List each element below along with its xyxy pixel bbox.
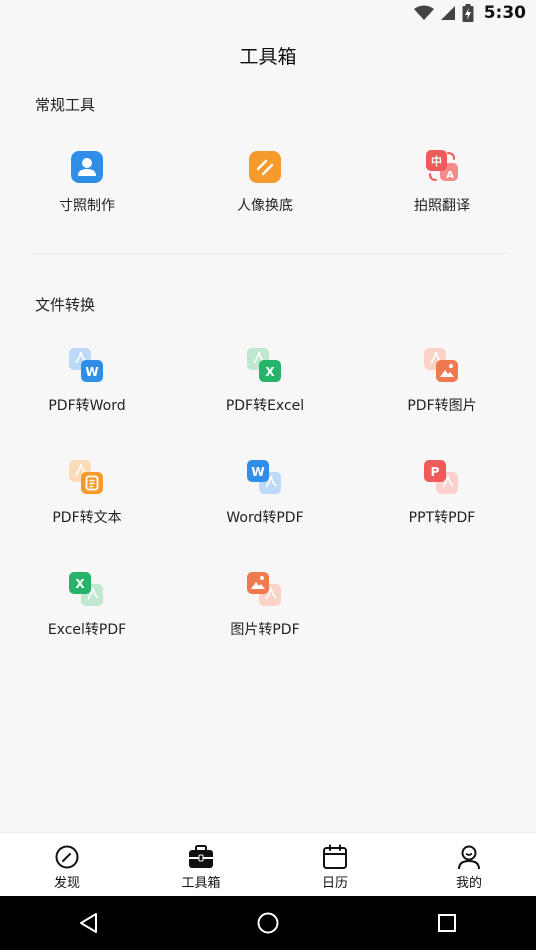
excel-badge-letter: X (75, 577, 85, 591)
tool-label: Word转PDF (226, 510, 304, 526)
cellular-signal-icon (440, 5, 456, 21)
tool-pdf-to-word[interactable]: W PDF转Word (0, 347, 176, 437)
pdf-to-image-icon (422, 347, 462, 387)
tool-label: Excel转PDF (47, 622, 127, 638)
user-icon (458, 845, 480, 870)
tool-pdf-to-image[interactable]: PDF转图片 (353, 347, 531, 437)
section-title-convert: 文件转换 (35, 296, 96, 314)
word-badge-letter: W (85, 365, 98, 379)
tool-photo-translate[interactable]: 中 A 拍照翻译 (353, 147, 531, 237)
nav-label: 工具箱 (181, 876, 221, 891)
nav-item-discover[interactable]: 发现 (0, 833, 134, 896)
tool-label: PDF转Word (48, 398, 126, 414)
tool-label: PDF转图片 (407, 398, 477, 414)
home-circle-icon (257, 912, 279, 934)
translate-icon: 中 A (422, 147, 462, 187)
compass-icon (55, 845, 79, 869)
nav-item-toolbox[interactable]: 工具箱 (134, 833, 268, 896)
tool-ppt-to-pdf[interactable]: P PPT转PDF (353, 459, 531, 549)
tool-portrait-background[interactable]: 人像换底 (176, 147, 354, 237)
background-swap-icon (245, 147, 285, 187)
tool-label: PDF转Excel (225, 398, 305, 414)
back-button[interactable] (59, 896, 119, 950)
tool-label: PDF转文本 (52, 510, 122, 526)
toolbox-icon (189, 845, 213, 868)
excel-to-pdf-icon: X (67, 571, 107, 611)
id-photo-icon (67, 147, 107, 187)
pdf-to-text-icon (67, 459, 107, 499)
tool-label: 图片转PDF (230, 622, 300, 638)
tool-label: 人像换底 (237, 198, 293, 214)
excel-badge-letter: X (265, 365, 275, 379)
nav-item-calendar[interactable]: 日历 (268, 833, 402, 896)
page-title: 工具箱 (239, 46, 297, 68)
word-to-pdf-icon: W (245, 459, 285, 499)
tool-id-photo[interactable]: 寸照制作 (0, 147, 176, 237)
recents-square-icon (437, 914, 456, 932)
home-button[interactable] (238, 896, 298, 950)
translate-en-glyph: A (446, 170, 454, 181)
back-triangle-icon (80, 913, 98, 933)
calendar-icon (323, 844, 347, 869)
tool-label: PPT转PDF (408, 510, 476, 526)
tool-label: 拍照翻译 (414, 198, 470, 214)
word-badge-letter: W (251, 465, 264, 479)
tool-word-to-pdf[interactable]: W Word转PDF (176, 459, 354, 549)
recents-button[interactable] (417, 896, 477, 950)
ppt-to-pdf-icon: P (422, 459, 462, 499)
ppt-badge-letter: P (431, 465, 440, 479)
nav-label: 发现 (53, 876, 80, 891)
bottom-nav: 发现 工具箱 日历 我的 (0, 832, 536, 896)
battery-icon (462, 4, 474, 22)
nav-label: 我的 (455, 876, 482, 891)
system-nav-bar (0, 896, 536, 950)
image-to-pdf-icon (245, 571, 285, 611)
tool-pdf-to-excel[interactable]: X PDF转Excel (176, 347, 354, 437)
wifi-icon (413, 5, 434, 21)
status-time: 5:30 (483, 3, 526, 23)
nav-label: 日历 (321, 876, 348, 891)
tool-excel-to-pdf[interactable]: X Excel转PDF (0, 571, 176, 661)
tool-image-to-pdf[interactable]: 图片转PDF (176, 571, 354, 661)
pdf-to-excel-icon: X (245, 347, 285, 387)
pdf-to-word-icon: W (67, 347, 107, 387)
section-divider (30, 253, 508, 254)
nav-item-profile[interactable]: 我的 (402, 833, 536, 896)
status-bar: 5:30 (0, 0, 536, 26)
tool-label: 寸照制作 (59, 198, 115, 214)
translate-zh-glyph: 中 (431, 154, 442, 168)
section-title-common: 常规工具 (35, 96, 96, 114)
tool-pdf-to-text[interactable]: PDF转文本 (0, 459, 176, 549)
